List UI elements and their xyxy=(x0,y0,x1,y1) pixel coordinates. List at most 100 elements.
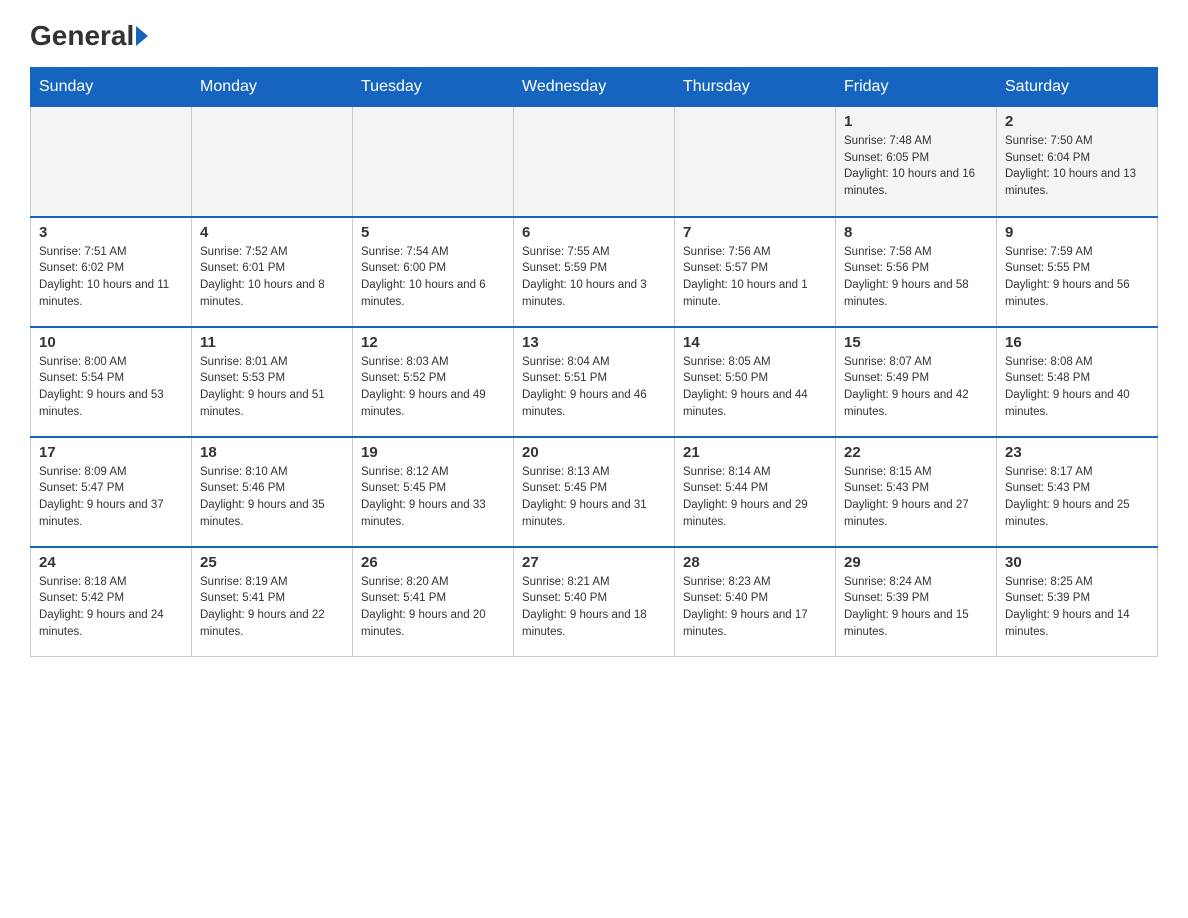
day-info: Sunrise: 7:50 AMSunset: 6:04 PMDaylight:… xyxy=(1005,133,1149,200)
calendar-cell: 19 Sunrise: 8:12 AMSunset: 5:45 PMDayligh… xyxy=(353,437,514,547)
calendar-cell: 30 Sunrise: 8:25 AMSunset: 5:39 PMDayligh… xyxy=(997,547,1158,657)
day-number: 12 xyxy=(361,334,505,351)
calendar-cell: 14 Sunrise: 8:05 AMSunset: 5:50 PMDayligh… xyxy=(675,327,836,437)
calendar-week-row: 24Sunrise: 8:18 AMSunset: 5:42 PMDayligh… xyxy=(31,547,1158,657)
day-number: 1 xyxy=(844,113,988,130)
calendar-week-row: 3 Sunrise: 7:51 AMSunset: 6:02 PMDaylight… xyxy=(31,217,1158,327)
calendar-cell: 21Sunrise: 8:14 AMSunset: 5:44 PMDayligh… xyxy=(675,437,836,547)
day-info: Sunrise: 7:54 AMSunset: 6:00 PMDaylight:… xyxy=(361,244,505,311)
day-info: Sunrise: 7:59 AMSunset: 5:55 PMDaylight:… xyxy=(1005,244,1149,311)
calendar-cell: 12 Sunrise: 8:03 AMSunset: 5:52 PMDayligh… xyxy=(353,327,514,437)
calendar-cell: 27 Sunrise: 8:21 AMSunset: 5:40 PMDayligh… xyxy=(514,547,675,657)
day-number: 29 xyxy=(844,554,988,571)
logo-arrow-icon xyxy=(136,26,148,46)
day-info: Sunrise: 8:20 AMSunset: 5:41 PMDaylight:… xyxy=(361,574,505,641)
day-number: 28 xyxy=(683,554,827,571)
calendar-cell: 17 Sunrise: 8:09 AMSunset: 5:47 PMDayligh… xyxy=(31,437,192,547)
day-info: Sunrise: 7:48 AMSunset: 6:05 PMDaylight:… xyxy=(844,133,988,200)
calendar-cell: 25 Sunrise: 8:19 AMSunset: 5:41 PMDayligh… xyxy=(192,547,353,657)
calendar-cell: 20 Sunrise: 8:13 AMSunset: 5:45 PMDayligh… xyxy=(514,437,675,547)
calendar-cell: 16Sunrise: 8:08 AMSunset: 5:48 PMDayligh… xyxy=(997,327,1158,437)
calendar-table: SundayMondayTuesdayWednesdayThursdayFrid… xyxy=(30,67,1158,657)
day-number: 14 xyxy=(683,334,827,351)
calendar-cell: 7Sunrise: 7:56 AMSunset: 5:57 PMDaylight… xyxy=(675,217,836,327)
day-number: 22 xyxy=(844,444,988,461)
day-info: Sunrise: 7:55 AMSunset: 5:59 PMDaylight:… xyxy=(522,244,666,311)
calendar-cell: 13 Sunrise: 8:04 AMSunset: 5:51 PMDayligh… xyxy=(514,327,675,437)
day-of-week-header: Wednesday xyxy=(514,68,675,107)
calendar-week-row: 17 Sunrise: 8:09 AMSunset: 5:47 PMDayligh… xyxy=(31,437,1158,547)
day-info: Sunrise: 8:15 AMSunset: 5:43 PMDaylight:… xyxy=(844,464,988,531)
day-number: 19 xyxy=(361,444,505,461)
calendar-cell: 29 Sunrise: 8:24 AMSunset: 5:39 PMDayligh… xyxy=(836,547,997,657)
day-number: 11 xyxy=(200,334,344,351)
day-number: 8 xyxy=(844,224,988,241)
calendar-cell xyxy=(353,107,514,217)
day-info: Sunrise: 8:07 AMSunset: 5:49 PMDaylight:… xyxy=(844,354,988,421)
day-info: Sunrise: 8:24 AMSunset: 5:39 PMDaylight:… xyxy=(844,574,988,641)
calendar-cell: 18 Sunrise: 8:10 AMSunset: 5:46 PMDayligh… xyxy=(192,437,353,547)
logo-general-text: General xyxy=(30,20,134,52)
day-info: Sunrise: 8:25 AMSunset: 5:39 PMDaylight:… xyxy=(1005,574,1149,641)
day-info: Sunrise: 7:52 AMSunset: 6:01 PMDaylight:… xyxy=(200,244,344,311)
day-number: 30 xyxy=(1005,554,1149,571)
day-of-week-header: Saturday xyxy=(997,68,1158,107)
day-number: 4 xyxy=(200,224,344,241)
calendar-cell: 26 Sunrise: 8:20 AMSunset: 5:41 PMDayligh… xyxy=(353,547,514,657)
day-of-week-header: Monday xyxy=(192,68,353,107)
day-number: 17 xyxy=(39,444,183,461)
day-of-week-header: Thursday xyxy=(675,68,836,107)
calendar-cell: 2 Sunrise: 7:50 AMSunset: 6:04 PMDaylight… xyxy=(997,107,1158,217)
page-header: General xyxy=(30,20,1158,47)
day-number: 18 xyxy=(200,444,344,461)
day-number: 3 xyxy=(39,224,183,241)
day-of-week-header: Sunday xyxy=(31,68,192,107)
calendar-cell: 4 Sunrise: 7:52 AMSunset: 6:01 PMDaylight… xyxy=(192,217,353,327)
day-number: 6 xyxy=(522,224,666,241)
day-info: Sunrise: 8:21 AMSunset: 5:40 PMDaylight:… xyxy=(522,574,666,641)
day-number: 16 xyxy=(1005,334,1149,351)
day-info: Sunrise: 8:13 AMSunset: 5:45 PMDaylight:… xyxy=(522,464,666,531)
day-number: 25 xyxy=(200,554,344,571)
calendar-cell: 10Sunrise: 8:00 AMSunset: 5:54 PMDayligh… xyxy=(31,327,192,437)
day-info: Sunrise: 7:58 AMSunset: 5:56 PMDaylight:… xyxy=(844,244,988,311)
day-number: 15 xyxy=(844,334,988,351)
day-number: 27 xyxy=(522,554,666,571)
calendar-cell: 9Sunrise: 7:59 AMSunset: 5:55 PMDaylight… xyxy=(997,217,1158,327)
calendar-cell: 8 Sunrise: 7:58 AMSunset: 5:56 PMDaylight… xyxy=(836,217,997,327)
day-info: Sunrise: 8:14 AMSunset: 5:44 PMDaylight:… xyxy=(683,464,827,531)
calendar-cell: 23 Sunrise: 8:17 AMSunset: 5:43 PMDayligh… xyxy=(997,437,1158,547)
day-number: 23 xyxy=(1005,444,1149,461)
day-number: 2 xyxy=(1005,113,1149,130)
day-number: 20 xyxy=(522,444,666,461)
day-info: Sunrise: 8:12 AMSunset: 5:45 PMDaylight:… xyxy=(361,464,505,531)
day-info: Sunrise: 8:17 AMSunset: 5:43 PMDaylight:… xyxy=(1005,464,1149,531)
calendar-week-row: 10Sunrise: 8:00 AMSunset: 5:54 PMDayligh… xyxy=(31,327,1158,437)
day-number: 10 xyxy=(39,334,183,351)
calendar-cell: 11 Sunrise: 8:01 AMSunset: 5:53 PMDayligh… xyxy=(192,327,353,437)
logo: General xyxy=(30,20,148,47)
day-number: 13 xyxy=(522,334,666,351)
calendar-cell: 5 Sunrise: 7:54 AMSunset: 6:00 PMDaylight… xyxy=(353,217,514,327)
day-info: Sunrise: 8:19 AMSunset: 5:41 PMDaylight:… xyxy=(200,574,344,641)
calendar-cell xyxy=(192,107,353,217)
calendar-cell xyxy=(31,107,192,217)
day-number: 24 xyxy=(39,554,183,571)
day-info: Sunrise: 8:23 AMSunset: 5:40 PMDaylight:… xyxy=(683,574,827,641)
calendar-cell: 15 Sunrise: 8:07 AMSunset: 5:49 PMDayligh… xyxy=(836,327,997,437)
calendar-cell: 3 Sunrise: 7:51 AMSunset: 6:02 PMDaylight… xyxy=(31,217,192,327)
day-info: Sunrise: 8:09 AMSunset: 5:47 PMDaylight:… xyxy=(39,464,183,531)
day-info: Sunrise: 8:10 AMSunset: 5:46 PMDaylight:… xyxy=(200,464,344,531)
day-number: 5 xyxy=(361,224,505,241)
day-number: 26 xyxy=(361,554,505,571)
day-info: Sunrise: 8:05 AMSunset: 5:50 PMDaylight:… xyxy=(683,354,827,421)
logo-text: General xyxy=(30,20,148,52)
calendar-cell: 24Sunrise: 8:18 AMSunset: 5:42 PMDayligh… xyxy=(31,547,192,657)
calendar-cell xyxy=(675,107,836,217)
day-info: Sunrise: 8:04 AMSunset: 5:51 PMDaylight:… xyxy=(522,354,666,421)
calendar-cell: 1 Sunrise: 7:48 AMSunset: 6:05 PMDaylight… xyxy=(836,107,997,217)
day-info: Sunrise: 8:03 AMSunset: 5:52 PMDaylight:… xyxy=(361,354,505,421)
calendar-cell: 22 Sunrise: 8:15 AMSunset: 5:43 PMDayligh… xyxy=(836,437,997,547)
day-info: Sunrise: 7:51 AMSunset: 6:02 PMDaylight:… xyxy=(39,244,183,311)
day-info: Sunrise: 8:01 AMSunset: 5:53 PMDaylight:… xyxy=(200,354,344,421)
